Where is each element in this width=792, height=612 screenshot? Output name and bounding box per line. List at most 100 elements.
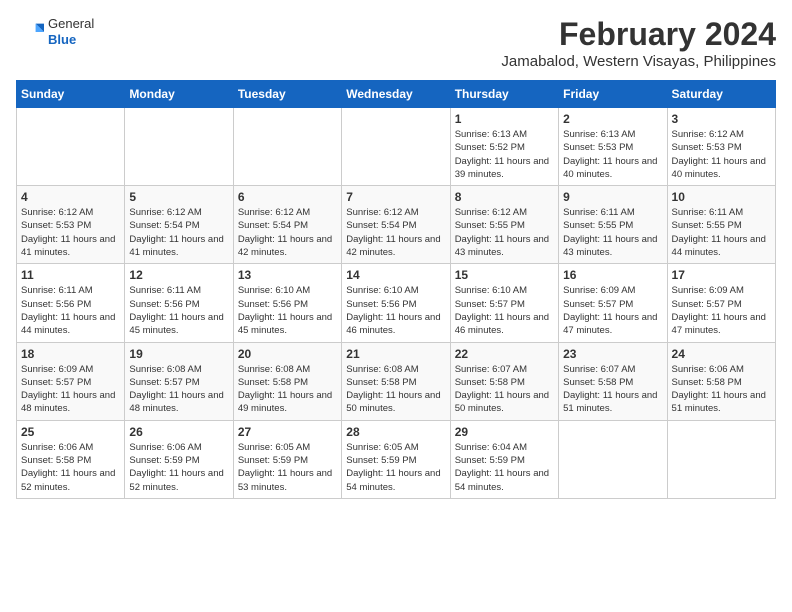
calendar-header-sunday: Sunday: [17, 81, 125, 108]
day-number: 23: [563, 347, 662, 361]
day-info: Sunrise: 6:08 AM Sunset: 5:58 PM Dayligh…: [238, 363, 337, 416]
calendar-cell: 28 Sunrise: 6:05 AM Sunset: 5:59 PM Dayli…: [342, 420, 450, 498]
day-number: 13: [238, 268, 337, 282]
day-number: 6: [238, 190, 337, 204]
day-number: 27: [238, 425, 337, 439]
day-info: Sunrise: 6:12 AM Sunset: 5:53 PM Dayligh…: [21, 206, 120, 259]
calendar-cell: 10 Sunrise: 6:11 AM Sunset: 5:55 PM Dayli…: [667, 186, 775, 264]
day-number: 7: [346, 190, 445, 204]
logo: General Blue: [16, 16, 94, 47]
calendar: SundayMondayTuesdayWednesdayThursdayFrid…: [16, 80, 776, 499]
day-info: Sunrise: 6:11 AM Sunset: 5:55 PM Dayligh…: [672, 206, 771, 259]
day-info: Sunrise: 6:12 AM Sunset: 5:55 PM Dayligh…: [455, 206, 554, 259]
day-info: Sunrise: 6:08 AM Sunset: 5:57 PM Dayligh…: [129, 363, 228, 416]
day-number: 2: [563, 112, 662, 126]
calendar-cell: 18 Sunrise: 6:09 AM Sunset: 5:57 PM Dayli…: [17, 342, 125, 420]
calendar-header-friday: Friday: [559, 81, 667, 108]
day-number: 10: [672, 190, 771, 204]
day-info: Sunrise: 6:13 AM Sunset: 5:52 PM Dayligh…: [455, 128, 554, 181]
calendar-cell: [125, 108, 233, 186]
day-info: Sunrise: 6:11 AM Sunset: 5:56 PM Dayligh…: [129, 284, 228, 337]
day-number: 11: [21, 268, 120, 282]
calendar-cell: 24 Sunrise: 6:06 AM Sunset: 5:58 PM Dayli…: [667, 342, 775, 420]
day-number: 12: [129, 268, 228, 282]
day-number: 4: [21, 190, 120, 204]
day-number: 28: [346, 425, 445, 439]
day-info: Sunrise: 6:09 AM Sunset: 5:57 PM Dayligh…: [563, 284, 662, 337]
day-info: Sunrise: 6:12 AM Sunset: 5:54 PM Dayligh…: [129, 206, 228, 259]
day-info: Sunrise: 6:09 AM Sunset: 5:57 PM Dayligh…: [21, 363, 120, 416]
calendar-cell: [559, 420, 667, 498]
calendar-cell: 23 Sunrise: 6:07 AM Sunset: 5:58 PM Dayli…: [559, 342, 667, 420]
calendar-week-row: 18 Sunrise: 6:09 AM Sunset: 5:57 PM Dayli…: [17, 342, 776, 420]
calendar-cell: [233, 108, 341, 186]
calendar-cell: 25 Sunrise: 6:06 AM Sunset: 5:58 PM Dayli…: [17, 420, 125, 498]
calendar-cell: 9 Sunrise: 6:11 AM Sunset: 5:55 PM Daylig…: [559, 186, 667, 264]
day-info: Sunrise: 6:08 AM Sunset: 5:58 PM Dayligh…: [346, 363, 445, 416]
day-number: 17: [672, 268, 771, 282]
day-info: Sunrise: 6:10 AM Sunset: 5:57 PM Dayligh…: [455, 284, 554, 337]
calendar-week-row: 25 Sunrise: 6:06 AM Sunset: 5:58 PM Dayli…: [17, 420, 776, 498]
logo-text: General Blue: [48, 16, 94, 47]
calendar-cell: 4 Sunrise: 6:12 AM Sunset: 5:53 PM Daylig…: [17, 186, 125, 264]
calendar-header-row: SundayMondayTuesdayWednesdayThursdayFrid…: [17, 81, 776, 108]
calendar-cell: 26 Sunrise: 6:06 AM Sunset: 5:59 PM Dayli…: [125, 420, 233, 498]
subtitle: Jamabalod, Western Visayas, Philippines: [501, 53, 776, 70]
day-number: 9: [563, 190, 662, 204]
calendar-cell: 20 Sunrise: 6:08 AM Sunset: 5:58 PM Dayli…: [233, 342, 341, 420]
calendar-cell: 29Sunrise: 6:04 AM Sunset: 5:59 PM Dayli…: [450, 420, 558, 498]
day-info: Sunrise: 6:10 AM Sunset: 5:56 PM Dayligh…: [346, 284, 445, 337]
day-number: 5: [129, 190, 228, 204]
calendar-cell: 5 Sunrise: 6:12 AM Sunset: 5:54 PM Daylig…: [125, 186, 233, 264]
day-number: 22: [455, 347, 554, 361]
calendar-cell: 27 Sunrise: 6:05 AM Sunset: 5:59 PM Dayli…: [233, 420, 341, 498]
calendar-week-row: 1Sunrise: 6:13 AM Sunset: 5:52 PM Daylig…: [17, 108, 776, 186]
day-number: 20: [238, 347, 337, 361]
day-number: 26: [129, 425, 228, 439]
day-info: Sunrise: 6:06 AM Sunset: 5:59 PM Dayligh…: [129, 441, 228, 494]
calendar-header-thursday: Thursday: [450, 81, 558, 108]
calendar-cell: 14 Sunrise: 6:10 AM Sunset: 5:56 PM Dayli…: [342, 264, 450, 342]
calendar-cell: 11 Sunrise: 6:11 AM Sunset: 5:56 PM Dayli…: [17, 264, 125, 342]
calendar-cell: 6Sunrise: 6:12 AM Sunset: 5:54 PM Daylig…: [233, 186, 341, 264]
day-number: 25: [21, 425, 120, 439]
calendar-header-wednesday: Wednesday: [342, 81, 450, 108]
calendar-cell: 13 Sunrise: 6:10 AM Sunset: 5:56 PM Dayli…: [233, 264, 341, 342]
day-info: Sunrise: 6:12 AM Sunset: 5:53 PM Dayligh…: [672, 128, 771, 181]
day-number: 19: [129, 347, 228, 361]
header: General Blue February 2024 Jamabalod, We…: [16, 16, 776, 70]
logo-general: General: [48, 16, 94, 32]
calendar-cell: 2Sunrise: 6:13 AM Sunset: 5:53 PM Daylig…: [559, 108, 667, 186]
day-info: Sunrise: 6:07 AM Sunset: 5:58 PM Dayligh…: [563, 363, 662, 416]
calendar-cell: 22Sunrise: 6:07 AM Sunset: 5:58 PM Dayli…: [450, 342, 558, 420]
day-info: Sunrise: 6:04 AM Sunset: 5:59 PM Dayligh…: [455, 441, 554, 494]
day-info: Sunrise: 6:05 AM Sunset: 5:59 PM Dayligh…: [238, 441, 337, 494]
day-number: 16: [563, 268, 662, 282]
logo-blue: Blue: [48, 32, 94, 48]
calendar-cell: 21 Sunrise: 6:08 AM Sunset: 5:58 PM Dayli…: [342, 342, 450, 420]
calendar-header-saturday: Saturday: [667, 81, 775, 108]
day-info: Sunrise: 6:12 AM Sunset: 5:54 PM Dayligh…: [346, 206, 445, 259]
day-info: Sunrise: 6:09 AM Sunset: 5:57 PM Dayligh…: [672, 284, 771, 337]
day-info: Sunrise: 6:11 AM Sunset: 5:55 PM Dayligh…: [563, 206, 662, 259]
calendar-cell: 17 Sunrise: 6:09 AM Sunset: 5:57 PM Dayli…: [667, 264, 775, 342]
calendar-cell: [17, 108, 125, 186]
day-info: Sunrise: 6:06 AM Sunset: 5:58 PM Dayligh…: [21, 441, 120, 494]
day-number: 18: [21, 347, 120, 361]
day-number: 8: [455, 190, 554, 204]
day-number: 14: [346, 268, 445, 282]
logo-icon: [16, 18, 44, 46]
calendar-header-tuesday: Tuesday: [233, 81, 341, 108]
title-section: February 2024 Jamabalod, Western Visayas…: [501, 16, 776, 70]
main-title: February 2024: [501, 16, 776, 53]
calendar-week-row: 11 Sunrise: 6:11 AM Sunset: 5:56 PM Dayli…: [17, 264, 776, 342]
day-number: 24: [672, 347, 771, 361]
day-info: Sunrise: 6:10 AM Sunset: 5:56 PM Dayligh…: [238, 284, 337, 337]
day-number: 3: [672, 112, 771, 126]
calendar-cell: 3 Sunrise: 6:12 AM Sunset: 5:53 PM Daylig…: [667, 108, 775, 186]
day-info: Sunrise: 6:11 AM Sunset: 5:56 PM Dayligh…: [21, 284, 120, 337]
calendar-cell: 19 Sunrise: 6:08 AM Sunset: 5:57 PM Dayli…: [125, 342, 233, 420]
day-info: Sunrise: 6:06 AM Sunset: 5:58 PM Dayligh…: [672, 363, 771, 416]
day-info: Sunrise: 6:05 AM Sunset: 5:59 PM Dayligh…: [346, 441, 445, 494]
day-number: 21: [346, 347, 445, 361]
